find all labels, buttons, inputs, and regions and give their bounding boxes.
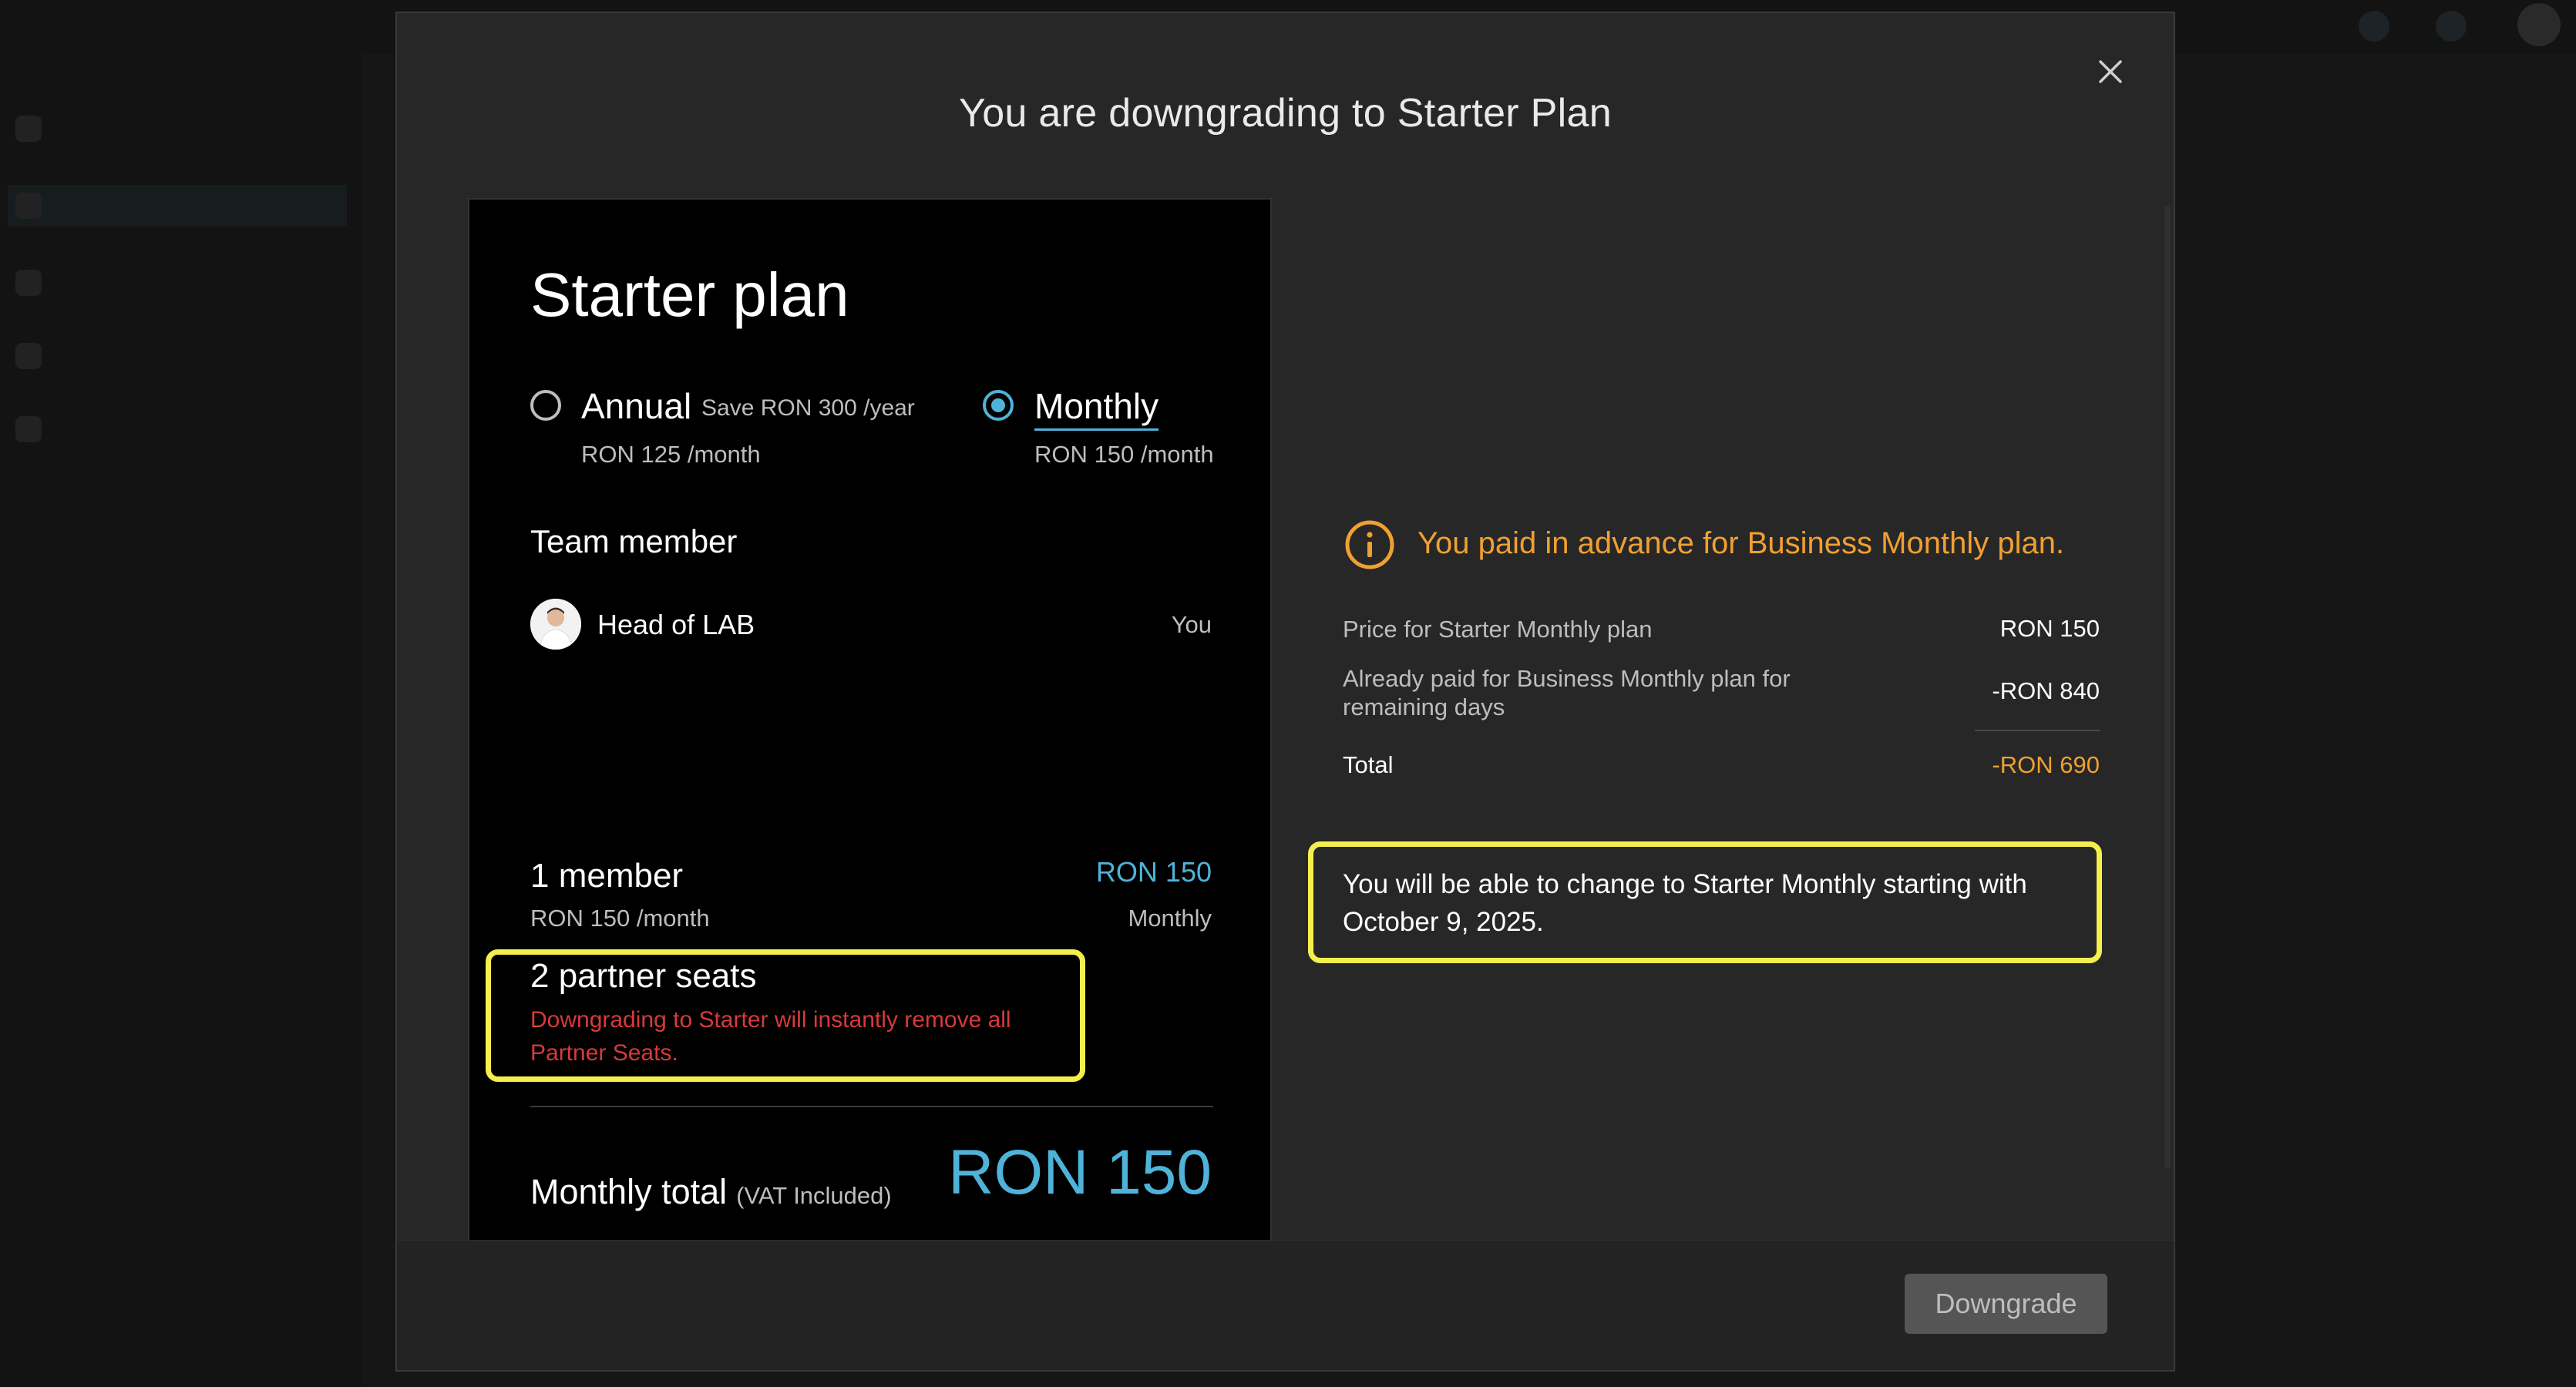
- billing-cycle: Monthly: [1128, 905, 1212, 932]
- annual-label[interactable]: Annual: [581, 385, 691, 427]
- member-name: Head of LAB: [597, 609, 755, 640]
- starter-price-value: RON 150: [1999, 615, 2100, 642]
- plan-card: Starter plan Annual Save RON 300 /year R…: [468, 198, 1272, 1242]
- downgrade-button[interactable]: Downgrade: [1905, 1274, 2107, 1334]
- annual-radio[interactable]: [530, 390, 561, 421]
- total-value: -RON 690: [1992, 751, 2100, 778]
- annual-price: RON 125 /month: [581, 441, 761, 468]
- background-nav-item: [8, 185, 347, 227]
- background-sidebar: [0, 0, 362, 1387]
- plan-title: Starter plan: [530, 260, 849, 329]
- total-label: Total: [1343, 751, 1394, 778]
- downgrade-modal: You are downgrading to Starter Plan Star…: [395, 12, 2175, 1372]
- member-you-tag: You: [1171, 611, 1212, 638]
- monthly-total-price: RON 150: [948, 1137, 1212, 1207]
- background-icon: [2359, 11, 2389, 42]
- divider: [1975, 730, 2100, 731]
- background-nav-item: [8, 108, 347, 149]
- annual-save-text: Save RON 300 /year: [701, 395, 915, 421]
- modal-title: You are downgrading to Starter Plan: [959, 91, 1612, 136]
- members-rate: RON 150 /month: [530, 905, 710, 932]
- partner-seats-highlight: [486, 949, 1085, 1082]
- starter-price-label: Price for Starter Monthly plan: [1343, 616, 1653, 643]
- vat-note: (VAT Included): [736, 1182, 892, 1209]
- advance-payment-message: You paid in advance for Business Monthly…: [1417, 526, 2065, 560]
- already-paid-label: Already paid for Business Monthly plan f…: [1343, 665, 1791, 720]
- close-button[interactable]: [2089, 50, 2132, 93]
- background-avatar: [2517, 3, 2561, 46]
- monthly-radio[interactable]: [983, 390, 1014, 421]
- modal-scrollbar[interactable]: [2164, 206, 2171, 1169]
- change-date-notice: You will be able to change to Starter Mo…: [1343, 869, 2027, 937]
- already-paid-value: -RON 840: [1992, 677, 2100, 704]
- team-member-heading: Team member: [530, 523, 738, 559]
- background-nav-item: [8, 335, 347, 377]
- divider: [530, 1106, 1213, 1107]
- monthly-price: RON 150 /month: [1034, 441, 1214, 468]
- background-icon: [2436, 11, 2467, 42]
- monthly-total-label: Monthly total (VAT Included): [530, 1172, 892, 1211]
- close-icon: [2099, 60, 2122, 83]
- background-nav-item: [8, 408, 347, 450]
- modal-footer: Downgrade: [397, 1240, 2174, 1370]
- background-nav-item: [8, 262, 347, 304]
- avatar: [530, 599, 581, 650]
- info-icon: [1345, 520, 1394, 569]
- monthly-label[interactable]: Monthly: [1034, 385, 1159, 431]
- members-price: RON 150: [1095, 856, 1212, 888]
- members-count: 1 member: [530, 857, 684, 895]
